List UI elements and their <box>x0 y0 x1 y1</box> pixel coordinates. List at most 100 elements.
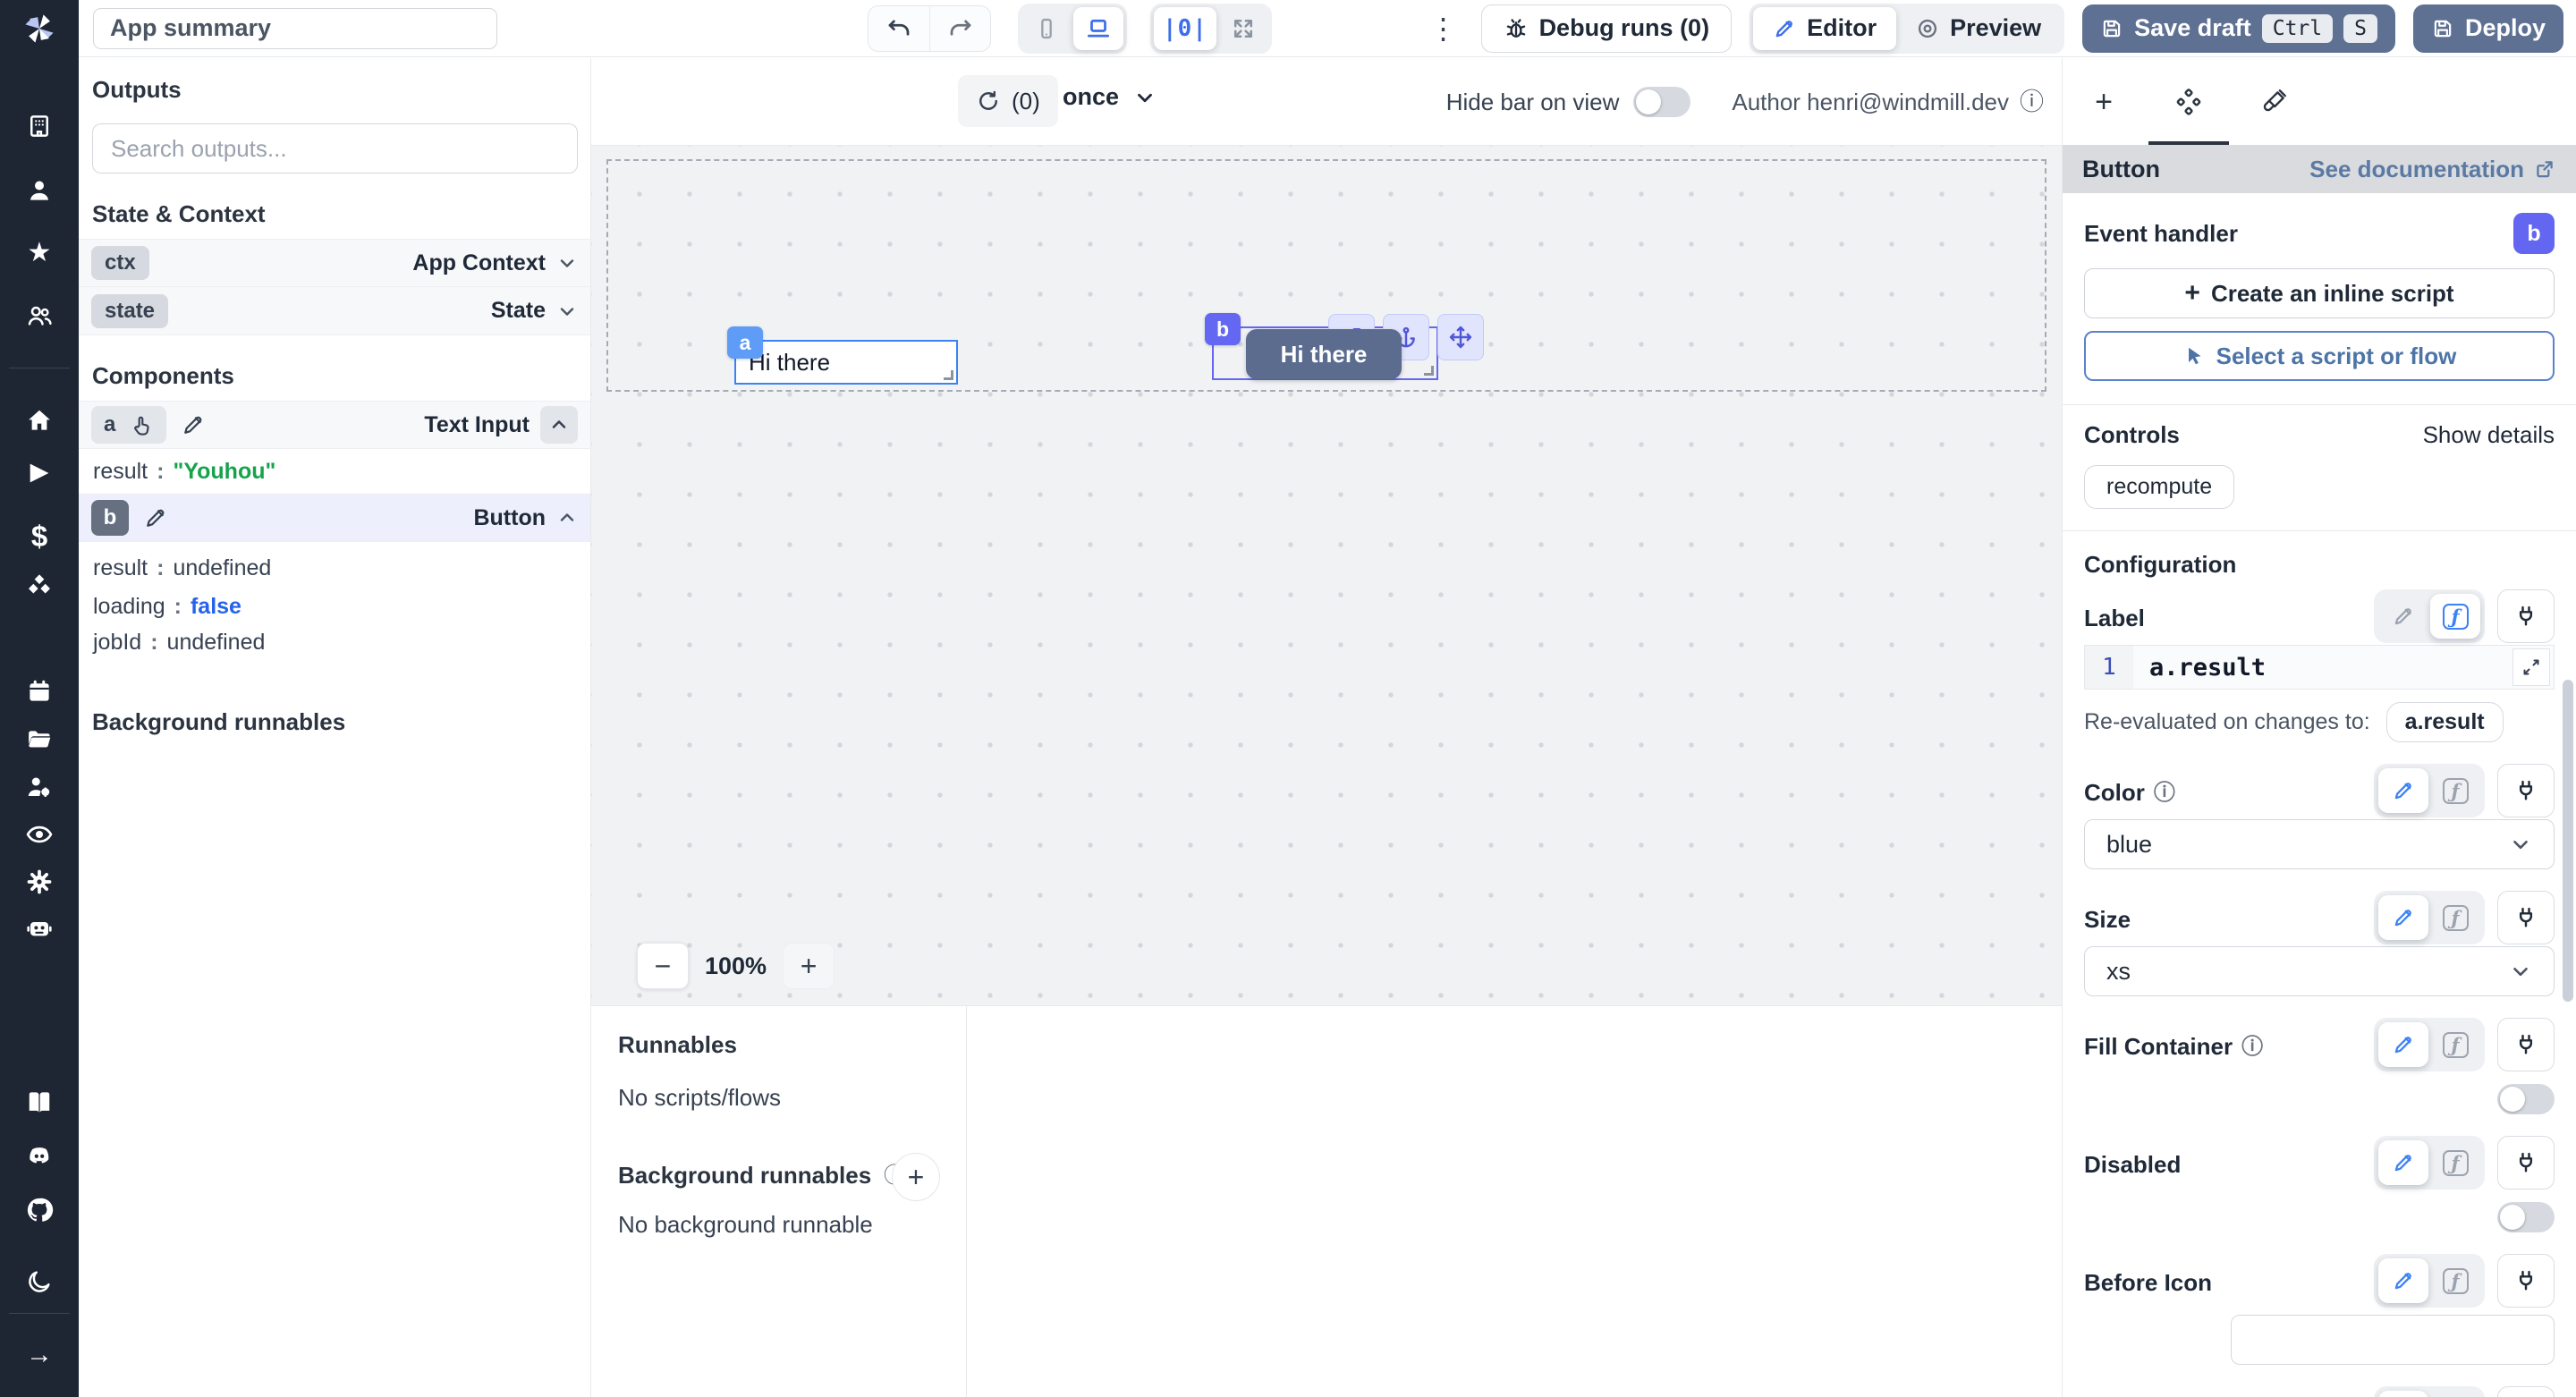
chevron-up-icon[interactable] <box>556 507 578 529</box>
hide-bar-toggle[interactable] <box>1633 87 1691 117</box>
fill-container-toggle[interactable] <box>2497 1084 2555 1114</box>
app-canvas[interactable]: a Hi there b Hi there − 100% + <box>591 146 2062 1005</box>
runs-play-icon[interactable]: ▶ <box>0 451 79 492</box>
static-mode-button[interactable] <box>2378 1140 2428 1185</box>
connect-plug-button[interactable] <box>2497 891 2555 944</box>
tab-styling[interactable] <box>2260 89 2287 115</box>
disabled-field-row: Disabled ƒ <box>2084 1136 2555 1190</box>
expand-editor-button[interactable] <box>2512 648 2550 686</box>
variables-dollar-icon[interactable]: $ <box>0 515 79 556</box>
audit-eye-icon[interactable] <box>0 814 79 855</box>
canvas-button-b[interactable]: Hi there <box>1246 329 1402 379</box>
folders-icon[interactable] <box>0 719 79 760</box>
fullwidth-layout-button[interactable] <box>1218 7 1268 50</box>
component-row-b[interactable]: b Button <box>79 494 590 542</box>
connect-plug-button[interactable] <box>2497 1018 2555 1071</box>
expand-sidebar-arrow-icon[interactable]: → <box>0 1334 79 1376</box>
eval-mode-button[interactable]: ƒ <box>2430 895 2480 940</box>
collapse-a-button[interactable] <box>540 406 578 444</box>
resize-handle[interactable] <box>944 370 953 380</box>
context-row-ctx[interactable]: ctx App Context <box>79 239 590 287</box>
app-summary-input[interactable] <box>93 7 497 49</box>
save-draft-button[interactable]: Save draft Ctrl S <box>2082 4 2395 53</box>
zoom-in-button[interactable]: + <box>783 943 835 989</box>
select-script-or-flow-button[interactable]: Select a script or flow <box>2084 331 2555 381</box>
tab-component-settings[interactable] <box>2175 88 2202 115</box>
center-layout-button[interactable]: |0| <box>1154 6 1216 50</box>
github-icon[interactable] <box>0 1190 79 1231</box>
fill-container-info-icon[interactable]: ⓘ <box>2241 1036 2263 1058</box>
mobile-view-button[interactable] <box>1021 7 1072 50</box>
dark-mode-moon-icon[interactable] <box>0 1261 79 1302</box>
docs-book-icon[interactable] <box>0 1082 79 1123</box>
static-mode-button[interactable] <box>2378 895 2428 940</box>
disabled-toggle[interactable] <box>2497 1202 2555 1232</box>
show-details-link[interactable]: Show details <box>2423 421 2555 449</box>
static-mode-button[interactable] <box>2378 594 2428 639</box>
debug-runs-button[interactable]: Debug runs (0) <box>1480 4 1733 53</box>
resize-handle[interactable] <box>1424 366 1434 376</box>
workers-user-gear-icon[interactable] <box>0 766 79 808</box>
component-a-id-group[interactable]: a <box>91 406 167 444</box>
settings-scrollbar[interactable] <box>2563 680 2573 1002</box>
resources-cubes-icon[interactable] <box>0 566 79 607</box>
static-mode-button[interactable] <box>2378 1391 2428 1397</box>
deploy-button[interactable]: Deploy <box>2412 4 2563 53</box>
tab-add-component[interactable]: + <box>2090 87 2117 117</box>
home-icon[interactable] <box>0 400 79 441</box>
connect-plug-button[interactable] <box>2497 1254 2555 1308</box>
redo-button[interactable] <box>929 5 990 51</box>
move-component-button[interactable] <box>1437 314 1484 360</box>
eval-mode-button[interactable]: ƒ <box>2430 594 2480 639</box>
recompute-button[interactable]: recompute <box>2084 465 2235 509</box>
rename-pencil-icon[interactable] <box>143 505 168 530</box>
connect-plug-button[interactable] <box>2497 1386 2555 1397</box>
reevaluated-text: Re-evaluated on changes to: <box>2084 709 2370 734</box>
connect-plug-button[interactable] <box>2497 764 2555 817</box>
add-background-runnable-button[interactable]: + <box>892 1153 940 1201</box>
size-select[interactable]: xs <box>2084 946 2555 996</box>
groups-icon[interactable] <box>0 295 79 336</box>
context-row-state[interactable]: state State <box>79 287 590 335</box>
user-icon[interactable] <box>0 170 79 211</box>
static-mode-button[interactable] <box>2378 768 2428 813</box>
before-icon-input[interactable] <box>2231 1315 2555 1365</box>
eval-mode-button[interactable]: ƒ <box>2430 1022 2480 1067</box>
see-documentation-link[interactable]: See documentation <box>2309 156 2556 183</box>
desktop-view-button[interactable] <box>1073 6 1123 50</box>
connect-plug-button[interactable] <box>2497 1136 2555 1190</box>
undo-button[interactable] <box>869 6 929 51</box>
more-menu-icon[interactable]: ⋮ <box>1424 12 1463 46</box>
eval-mode-button[interactable]: ƒ <box>2430 1258 2480 1303</box>
refresh-mode-dropdown[interactable]: once <box>1063 83 1157 111</box>
canvas-text-input-a[interactable]: a Hi there <box>727 326 958 385</box>
ai-robot-icon[interactable] <box>0 907 79 948</box>
zoom-out-button[interactable]: − <box>637 943 689 989</box>
schedules-calendar-icon[interactable] <box>0 671 79 712</box>
search-outputs-input[interactable] <box>92 123 578 174</box>
color-info-icon[interactable]: ⓘ <box>2154 782 2175 804</box>
eval-mode-button[interactable]: ƒ <box>2430 1140 2480 1185</box>
settings-gear-icon[interactable] <box>0 861 79 902</box>
connect-plug-button[interactable] <box>2497 589 2555 643</box>
discord-icon[interactable] <box>0 1136 79 1177</box>
rename-pencil-icon[interactable] <box>181 412 206 437</box>
refresh-runnables-button[interactable]: (0) <box>958 75 1058 127</box>
label-code-editor[interactable]: 1 a.result <box>2084 645 2555 690</box>
workspace-icon[interactable] <box>0 106 79 147</box>
component-row-a[interactable]: a Text Input <box>79 401 590 449</box>
preview-tab[interactable]: Preview <box>1896 7 2061 50</box>
color-select[interactable]: blue <box>2084 819 2555 869</box>
editor-tab[interactable]: Editor <box>1753 6 1897 50</box>
author-info-icon[interactable]: ⓘ <box>2020 89 2044 114</box>
windmill-logo-icon[interactable] <box>20 9 59 48</box>
static-mode-button[interactable] <box>2378 1022 2428 1067</box>
reevaluated-value[interactable]: a.result <box>2385 702 2504 742</box>
label-code-value[interactable]: a.result <box>2133 654 2512 682</box>
create-inline-script-button[interactable]: + Create an inline script <box>2084 268 2555 318</box>
canvas-button-b-selection[interactable]: b Hi there <box>1205 313 1484 380</box>
eval-mode-button[interactable]: ƒ <box>2430 1391 2480 1397</box>
eval-mode-button[interactable]: ƒ <box>2430 768 2480 813</box>
static-mode-button[interactable] <box>2378 1258 2428 1303</box>
star-icon[interactable]: ★ <box>0 233 79 274</box>
